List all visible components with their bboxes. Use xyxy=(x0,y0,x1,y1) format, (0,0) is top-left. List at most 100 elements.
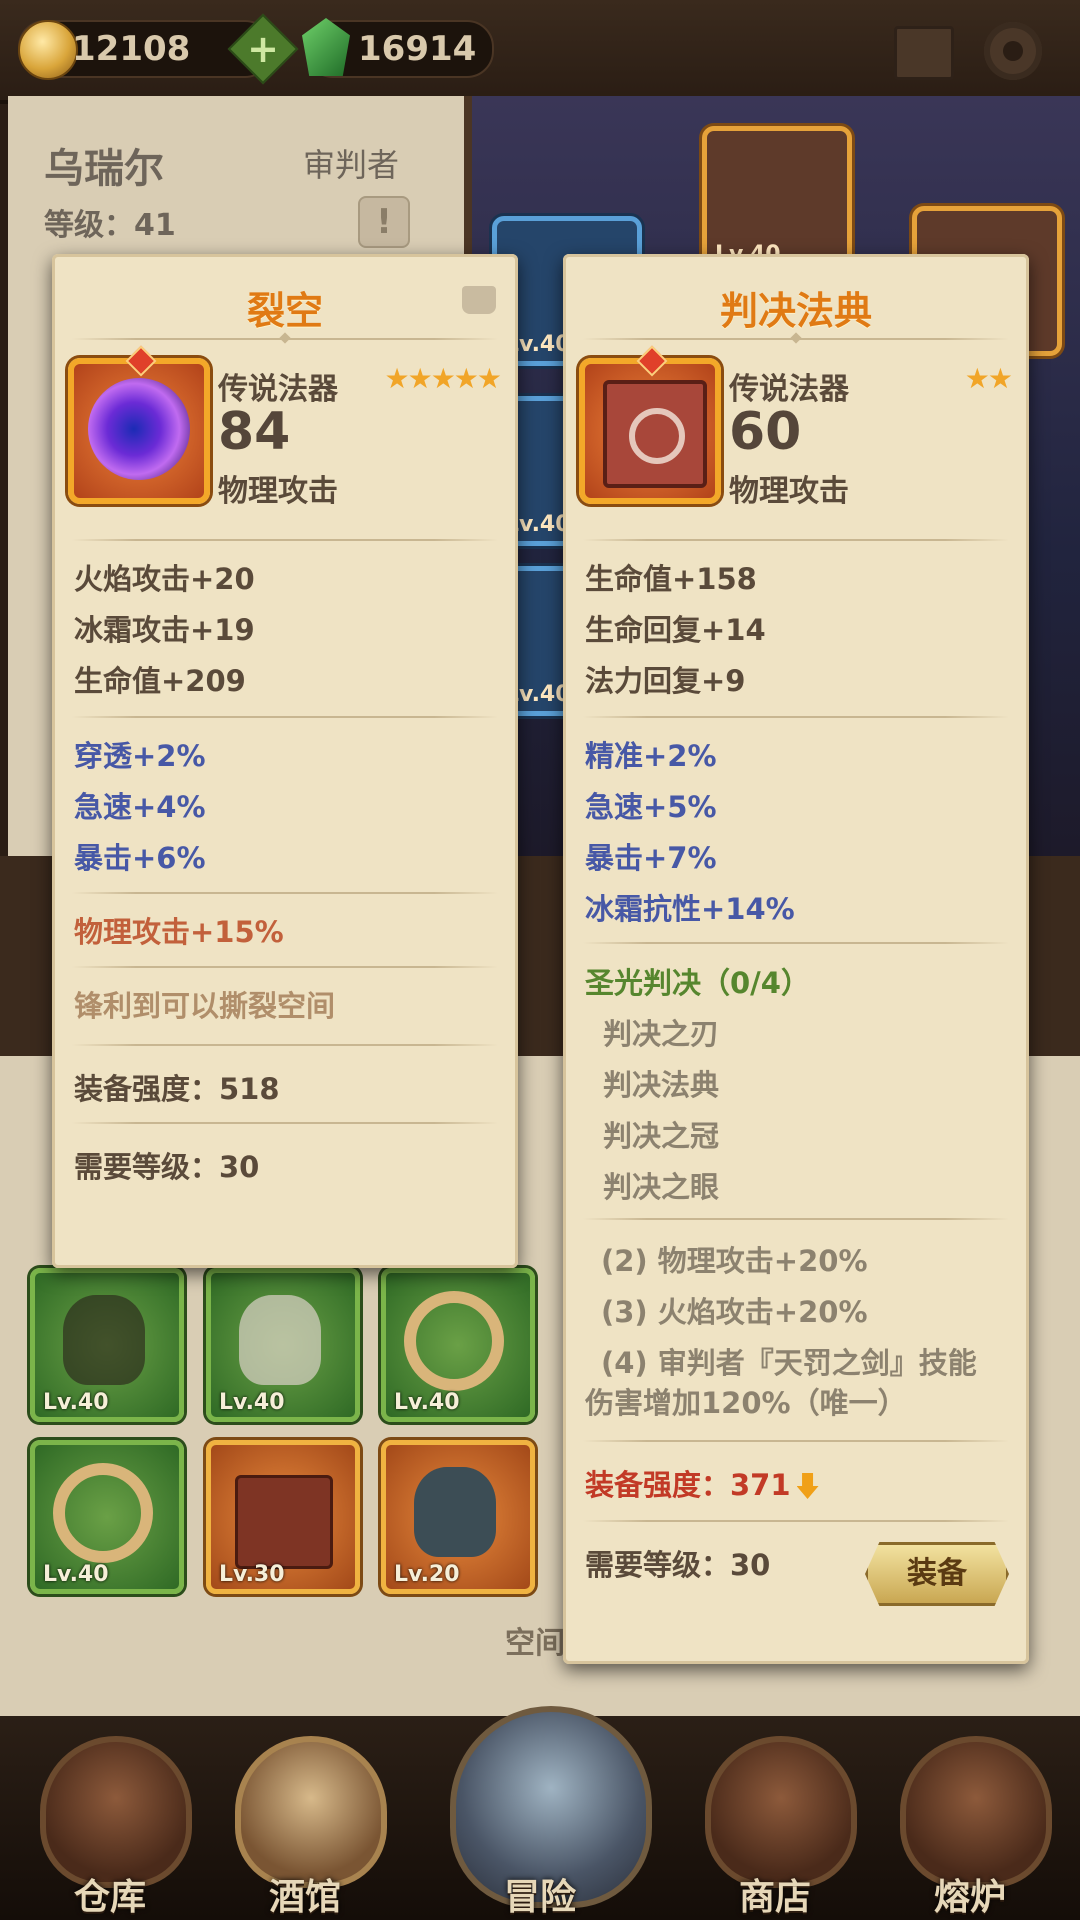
main-stat-value: 84 xyxy=(218,402,291,462)
nav-shop[interactable]: 商店 xyxy=(685,1726,865,1918)
divider xyxy=(72,1044,498,1046)
bonus-stat: 暴击+7% xyxy=(585,841,717,875)
divider xyxy=(583,1218,1009,1220)
main-stat-value: 60 xyxy=(729,402,802,462)
upgrade-arrow-icon xyxy=(636,345,668,377)
item-tooltip-selected: 判决法典 传说法器 ★★ 60 物理攻击 生命值+158 生命回复+14 法力回… xyxy=(563,254,1029,1664)
inventory-item[interactable]: Lv.40 xyxy=(30,1268,184,1422)
divider xyxy=(72,338,498,340)
divider xyxy=(583,1520,1009,1522)
bonus-stat: 急速+4% xyxy=(74,790,206,824)
inventory-item[interactable]: Lv.30 xyxy=(206,1440,360,1594)
equipment-strength-row: 装备强度：371 xyxy=(585,1462,819,1504)
void-orb-icon xyxy=(88,378,190,480)
divider xyxy=(72,892,498,894)
forge-icon xyxy=(900,1736,1052,1888)
nav-forge[interactable]: 熔炉 xyxy=(880,1726,1060,1918)
base-stat: 火焰攻击+20 xyxy=(74,562,255,596)
required-level: 需要等级：30 xyxy=(74,1150,260,1184)
main-stat-label: 物理攻击 xyxy=(218,474,338,509)
top-bar: 12108 + 16914 xyxy=(0,0,1080,104)
bottom-nav: 仓库 酒馆 冒险 商店 熔炉 xyxy=(0,1706,1080,1920)
gold-coin-icon xyxy=(18,20,78,80)
ring-icon xyxy=(404,1291,504,1391)
gear-icon[interactable] xyxy=(984,22,1042,80)
special-stat: 物理攻击+15% xyxy=(74,915,284,949)
item-title: 裂空 xyxy=(246,289,323,333)
book-icon[interactable] xyxy=(894,26,954,80)
set-name: 圣光判决（0/4） xyxy=(585,966,810,1000)
base-stat: 生命回复+14 xyxy=(585,613,766,647)
divider xyxy=(583,942,1009,944)
set-bonus: 伤害增加120%（唯一） xyxy=(585,1386,907,1420)
equipment-strength: 装备强度：518 xyxy=(74,1072,280,1106)
item-icon-frame xyxy=(579,345,721,504)
rarity-stars: ★★ xyxy=(964,362,1013,395)
plus-icon: + xyxy=(247,27,279,71)
nav-label: 冒险 xyxy=(503,1877,576,1918)
set-bonus: (4) 审判者『天罚之剑』技能 xyxy=(601,1346,977,1380)
bonus-stat: 冰霜抗性+14% xyxy=(585,892,795,926)
nav-warehouse[interactable]: 仓库 xyxy=(20,1726,200,1918)
info-icon[interactable]: ! xyxy=(358,196,410,248)
base-stat: 生命值+158 xyxy=(585,562,757,596)
gem-amount: 16914 xyxy=(358,29,477,69)
tome-icon xyxy=(603,380,707,488)
set-item: 判决之刃 xyxy=(603,1017,720,1051)
shirt-icon xyxy=(462,286,496,314)
item-icon-frame xyxy=(68,345,210,504)
gem-icon xyxy=(302,18,350,76)
inventory-item[interactable]: Lv.20 xyxy=(381,1440,535,1594)
divider xyxy=(72,1122,498,1124)
base-stat: 冰霜攻击+19 xyxy=(74,613,255,647)
equipment-strength: 装备强度：371 xyxy=(585,1468,791,1502)
warehouse-icon xyxy=(40,1736,192,1888)
set-bonus: (2) 物理攻击+20% xyxy=(601,1244,868,1278)
rarity-stars: ★★★★★ xyxy=(384,362,502,395)
shop-icon xyxy=(705,1736,857,1888)
item-title: 判决法典 xyxy=(719,289,872,333)
bonus-stat: 暴击+6% xyxy=(74,841,206,875)
add-gold-button[interactable]: + xyxy=(227,13,299,85)
tavern-mug-icon xyxy=(235,1736,387,1888)
inventory-item[interactable]: Lv.40 xyxy=(381,1268,535,1422)
hero-class: 审判者 xyxy=(303,146,400,184)
divider xyxy=(72,716,498,718)
gold-counter: 12108 + xyxy=(18,13,299,85)
nav-label: 酒馆 xyxy=(268,1877,341,1918)
free-slots-label: 空间 xyxy=(505,1626,565,1661)
equip-button[interactable]: 装备 xyxy=(865,1542,1009,1606)
set-item: 判决之冠 xyxy=(603,1119,720,1153)
hero-name: 乌瑞尔 xyxy=(44,146,164,192)
book-icon xyxy=(235,1475,333,1569)
bonus-stat: 精准+2% xyxy=(585,739,717,773)
divider xyxy=(583,338,1009,340)
nav-tavern[interactable]: 酒馆 xyxy=(215,1726,395,1918)
set-item: 判决之眼 xyxy=(603,1170,720,1204)
nav-label: 仓库 xyxy=(73,1877,146,1918)
divider xyxy=(583,1440,1009,1442)
glove-icon xyxy=(239,1295,321,1385)
set-item: 判决法典 xyxy=(603,1068,720,1102)
divider xyxy=(583,539,1009,541)
bonus-stat: 急速+5% xyxy=(585,790,717,824)
main-stat-label: 物理攻击 xyxy=(729,474,849,509)
base-stat: 法力回复+9 xyxy=(585,664,746,698)
required-level: 需要等级：30 xyxy=(585,1548,771,1582)
inventory-item[interactable]: Lv.40 xyxy=(30,1440,184,1594)
item-tooltip-current: 裂空 传说法器 ★★★★★ 84 物理攻击 火焰攻击+20 冰霜攻击+19 生命… xyxy=(52,254,518,1268)
set-bonus: (3) 火焰攻击+20% xyxy=(601,1295,868,1329)
ring-icon xyxy=(53,1463,153,1563)
claw-icon xyxy=(63,1295,145,1385)
upgrade-arrow-icon xyxy=(125,345,157,377)
divider xyxy=(72,966,498,968)
nav-label: 商店 xyxy=(738,1877,811,1918)
bonus-stat: 穿透+2% xyxy=(74,739,206,773)
inventory-item[interactable]: Lv.40 xyxy=(206,1268,360,1422)
gold-amount: 12108 xyxy=(72,29,191,69)
gem-counter: 16914 xyxy=(302,18,494,78)
hero-level: 等级：41 xyxy=(44,208,176,243)
base-stat: 生命值+209 xyxy=(74,664,246,698)
flavor-text: 锋利到可以撕裂空间 xyxy=(74,989,336,1023)
nav-adventure[interactable]: 冒险 xyxy=(450,1706,652,1918)
